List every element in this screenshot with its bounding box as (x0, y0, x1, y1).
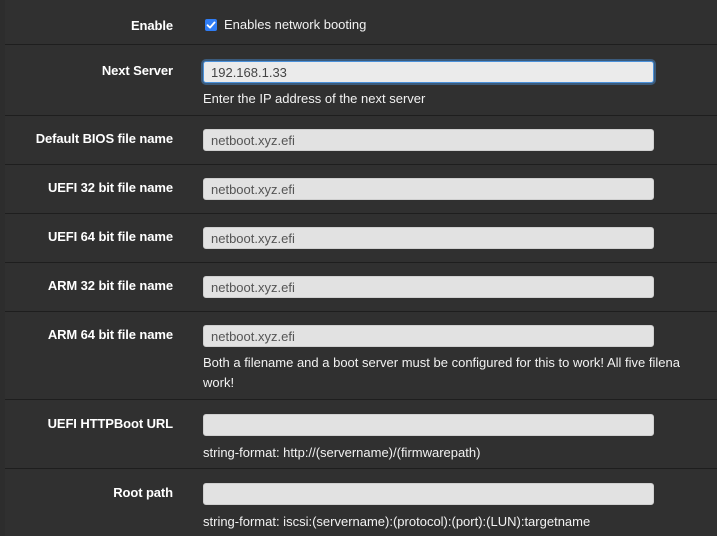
next-server-help: Enter the IP address of the next server (203, 91, 426, 106)
row-default-bios: Default BIOS file name (5, 115, 717, 164)
uefi64-label: UEFI 64 bit file name (47, 229, 173, 244)
row-next-server: Next Server Enter the IP address of the … (5, 44, 717, 115)
row-enable: Enable Enables network booting (5, 0, 717, 44)
uefi32-input[interactable] (203, 178, 654, 200)
row-root-path: Root path string-format: iscsi:(serverna… (5, 468, 717, 536)
root-path-input[interactable] (203, 483, 654, 505)
arm64-help-line2: work! (203, 375, 235, 390)
arm64-label: ARM 64 bit file name (47, 327, 173, 342)
arm32-label: ARM 32 bit file name (47, 278, 173, 293)
row-arm64: ARM 64 bit file name Both a filename and… (5, 311, 717, 399)
httpboot-label: UEFI HTTPBoot URL (47, 416, 174, 431)
arm64-input[interactable] (203, 325, 654, 347)
root-path-help: string-format: iscsi:(servername):(proto… (203, 514, 591, 529)
httpboot-input[interactable] (203, 414, 654, 436)
uefi32-label: UEFI 32 bit file name (47, 180, 173, 195)
checkmark-icon (206, 21, 216, 29)
next-server-label: Next Server (101, 63, 173, 78)
row-arm32: ARM 32 bit file name (5, 262, 717, 311)
default-bios-label: Default BIOS file name (35, 131, 173, 146)
httpboot-help: string-format: http://(servername)/(firm… (203, 445, 481, 460)
uefi64-input[interactable] (203, 227, 654, 249)
enable-checkbox-label[interactable]: Enables network booting (224, 16, 366, 34)
row-httpboot: UEFI HTTPBoot URL string-format: http://… (5, 399, 717, 468)
next-server-input[interactable] (203, 61, 654, 83)
arm64-help-line1: Both a filename and a boot server must b… (203, 355, 680, 370)
root-path-label: Root path (113, 485, 173, 500)
network-booting-form: Enable Enables network booting Next Serv… (0, 0, 717, 536)
arm32-input[interactable] (203, 276, 654, 298)
enable-checkbox[interactable] (205, 19, 217, 31)
enable-label: Enable (130, 18, 173, 33)
row-uefi64: UEFI 64 bit file name (5, 213, 717, 262)
default-bios-input[interactable] (203, 129, 654, 151)
row-uefi32: UEFI 32 bit file name (5, 164, 717, 213)
